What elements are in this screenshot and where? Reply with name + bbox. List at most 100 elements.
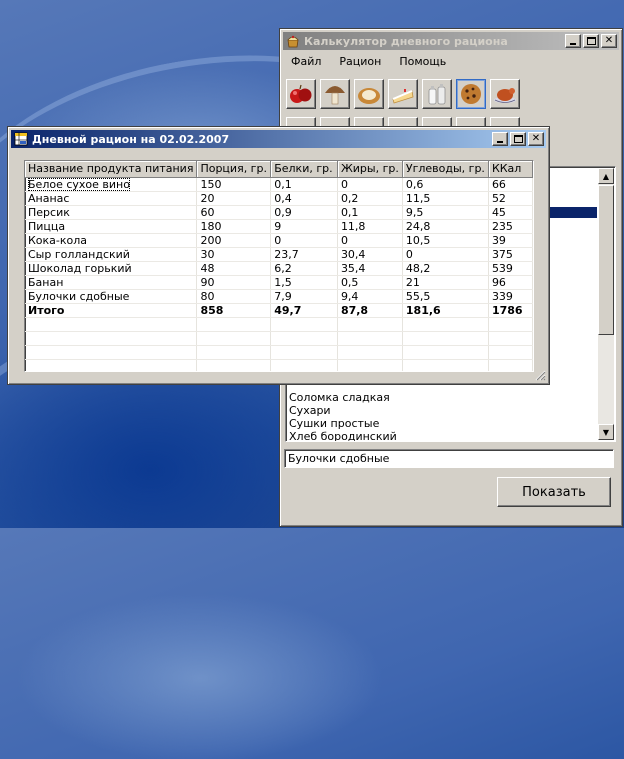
- cell-fat[interactable]: 35,4: [337, 261, 403, 276]
- cell-kcal[interactable]: 375: [488, 247, 533, 262]
- cell-product[interactable]: Кока-кола: [25, 233, 198, 248]
- cell-carbs[interactable]: 9,5: [402, 205, 489, 220]
- cell-total-portion[interactable]: 858: [196, 303, 272, 318]
- table-row[interactable]: Пицца 180 9 11,8 24,8 235: [25, 219, 533, 234]
- cell-total-label[interactable]: Итого: [25, 303, 198, 318]
- table-row[interactable]: Шоколад горький 48 6,2 35,4 48,2 539: [25, 261, 533, 276]
- food-button-cookie[interactable]: [456, 79, 486, 109]
- menu-ration[interactable]: Рацион: [332, 53, 388, 71]
- cell-fat[interactable]: 0: [337, 233, 403, 248]
- column-header-portion[interactable]: Порция, гр.: [196, 161, 272, 178]
- cell-protein[interactable]: 23,7: [270, 247, 338, 262]
- column-header-product[interactable]: Название продукта питания: [25, 161, 198, 178]
- table-row[interactable]: Банан 90 1,5 0,5 21 96: [25, 275, 533, 290]
- table-total-row[interactable]: Итого 858 49,7 87,8 181,6 1786: [25, 303, 533, 318]
- menu-help[interactable]: Помощь: [392, 53, 453, 71]
- scroll-thumb[interactable]: [598, 185, 614, 335]
- maximize-button[interactable]: [510, 132, 526, 146]
- maximize-button[interactable]: [583, 34, 599, 48]
- cell-kcal[interactable]: 235: [488, 219, 533, 234]
- cell-protein[interactable]: 0,9: [270, 205, 338, 220]
- column-header-kcal[interactable]: ККал: [488, 161, 533, 178]
- table-row[interactable]: Ананас 20 0,4 0,2 11,5 52: [25, 191, 533, 206]
- cell-carbs[interactable]: 11,5: [402, 191, 489, 206]
- cell-total-kcal[interactable]: 1786: [488, 303, 533, 318]
- list-item[interactable]: Сухари: [287, 404, 397, 417]
- table-row[interactable]: Сыр голландский 30 23,7 30,4 0 375: [25, 247, 533, 262]
- cell-carbs[interactable]: 0,6: [402, 177, 489, 192]
- cell-carbs[interactable]: 10,5: [402, 233, 489, 248]
- cell-carbs[interactable]: 0: [402, 247, 489, 262]
- cell-protein[interactable]: 0,4: [270, 191, 338, 206]
- cell-product[interactable]: Пицца: [25, 219, 198, 234]
- cell-protein[interactable]: 0,1: [270, 177, 338, 192]
- cell-fat[interactable]: 9,4: [337, 289, 403, 304]
- cell-kcal[interactable]: 539: [488, 261, 533, 276]
- cell-portion[interactable]: 180: [196, 219, 272, 234]
- cell-fat[interactable]: 0,1: [337, 205, 403, 220]
- cell-portion[interactable]: 150: [196, 177, 272, 192]
- ration-titlebar[interactable]: Дневной рацион на 02.02.2007 ✕: [11, 130, 546, 148]
- food-button-apple[interactable]: [286, 79, 316, 109]
- food-button-bread[interactable]: [354, 79, 384, 109]
- scroll-down-button[interactable]: ▼: [598, 424, 614, 440]
- list-item[interactable]: Хлеб бородинский: [287, 430, 397, 441]
- table-row[interactable]: Персик 60 0,9 0,1 9,5 45: [25, 205, 533, 220]
- cell-portion[interactable]: 48: [196, 261, 272, 276]
- cell-product[interactable]: Шоколад горький: [25, 261, 198, 276]
- cell-fat[interactable]: 0,5: [337, 275, 403, 290]
- cell-product[interactable]: Банан: [25, 275, 198, 290]
- cell-portion[interactable]: 90: [196, 275, 272, 290]
- cell-protein[interactable]: 0: [270, 233, 338, 248]
- cell-fat[interactable]: 30,4: [337, 247, 403, 262]
- food-button-milk[interactable]: [422, 79, 452, 109]
- cell-protein[interactable]: 9: [270, 219, 338, 234]
- resize-grip-icon[interactable]: [534, 369, 546, 381]
- cell-product[interactable]: Булочки сдобные: [25, 289, 198, 304]
- list-item[interactable]: Соломка сладкая: [287, 391, 397, 404]
- cell-total-carbs[interactable]: 181,6: [402, 303, 489, 318]
- scroll-up-button[interactable]: ▲: [598, 168, 614, 184]
- minimize-button[interactable]: [492, 132, 508, 146]
- cell-product[interactable]: Ананас: [25, 191, 198, 206]
- food-button-chicken[interactable]: [490, 79, 520, 109]
- cell-kcal[interactable]: 96: [488, 275, 533, 290]
- cell-protein[interactable]: 6,2: [270, 261, 338, 276]
- cell-kcal[interactable]: 66: [488, 177, 533, 192]
- column-header-fat[interactable]: Жиры, гр.: [337, 161, 403, 178]
- food-button-cake[interactable]: [388, 79, 418, 109]
- list-scrollbar[interactable]: ▲ ▼: [598, 168, 614, 440]
- column-header-protein[interactable]: Белки, гр.: [270, 161, 338, 178]
- cell-total-fat[interactable]: 87,8: [337, 303, 403, 318]
- cell-kcal[interactable]: 52: [488, 191, 533, 206]
- selected-product-field[interactable]: Булочки сдобные: [284, 449, 614, 468]
- cell-fat[interactable]: 11,8: [337, 219, 403, 234]
- cell-total-protein[interactable]: 49,7: [270, 303, 338, 318]
- column-header-carbs[interactable]: Углеводы, гр.: [402, 161, 489, 178]
- cell-kcal[interactable]: 39: [488, 233, 533, 248]
- minimize-button[interactable]: [565, 34, 581, 48]
- cell-fat[interactable]: 0,2: [337, 191, 403, 206]
- calculator-titlebar[interactable]: Калькулятор дневного рациона ✕: [283, 32, 619, 50]
- cell-carbs[interactable]: 21: [402, 275, 489, 290]
- close-button[interactable]: ✕: [601, 34, 617, 48]
- cell-carbs[interactable]: 55,5: [402, 289, 489, 304]
- cell-carbs[interactable]: 48,2: [402, 261, 489, 276]
- menu-file[interactable]: Файл: [284, 53, 328, 71]
- cell-product[interactable]: Персик: [25, 205, 198, 220]
- food-button-mushroom[interactable]: [320, 79, 350, 109]
- cell-protein[interactable]: 1,5: [270, 275, 338, 290]
- cell-product[interactable]: Сыр голландский: [25, 247, 198, 262]
- close-button[interactable]: ✕: [528, 132, 544, 146]
- cell-portion[interactable]: 30: [196, 247, 272, 262]
- cell-fat[interactable]: 0: [337, 177, 403, 192]
- cell-portion[interactable]: 200: [196, 233, 272, 248]
- cell-kcal[interactable]: 339: [488, 289, 533, 304]
- show-button[interactable]: Показать: [497, 477, 611, 507]
- cell-portion[interactable]: 20: [196, 191, 272, 206]
- table-row[interactable]: Кока-кола 200 0 0 10,5 39: [25, 233, 533, 248]
- cell-portion[interactable]: 60: [196, 205, 272, 220]
- cell-protein[interactable]: 7,9: [270, 289, 338, 304]
- cell-portion[interactable]: 80: [196, 289, 272, 304]
- ration-grid[interactable]: Название продукта питания Порция, гр. Бе…: [24, 160, 534, 372]
